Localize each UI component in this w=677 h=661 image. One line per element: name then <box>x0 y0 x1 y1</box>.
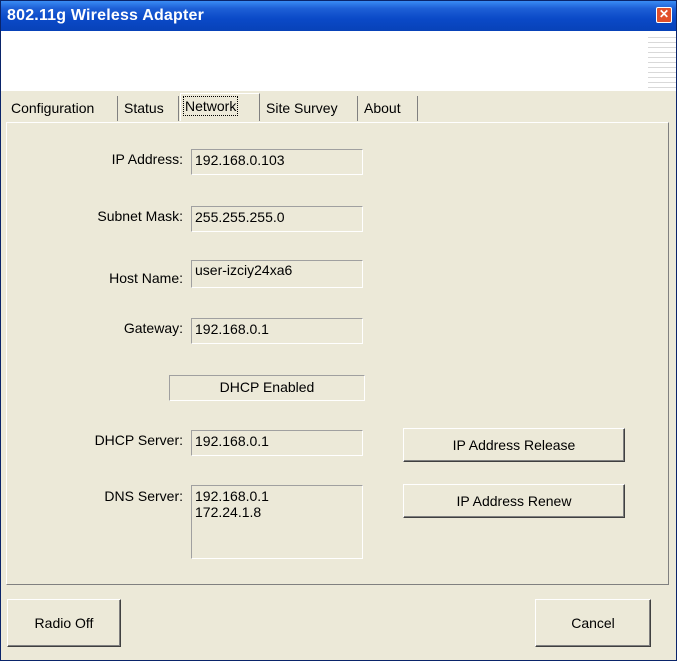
dns-server-primary: 192.168.0.1 <box>195 488 269 504</box>
ip-address-release-button[interactable]: IP Address Release <box>403 428 625 462</box>
gateway-label: Gateway: <box>123 320 183 336</box>
dhcp-server-field: 192.168.0.1 <box>191 430 363 456</box>
dhcp-server-label: DHCP Server: <box>94 432 183 448</box>
gateway-field: 192.168.0.1 <box>191 318 363 344</box>
dhcp-status-box: DHCP Enabled <box>169 375 365 401</box>
tab-site-survey[interactable]: Site Survey <box>262 96 358 121</box>
window-title: 802.11g Wireless Adapter <box>7 7 205 24</box>
network-panel: IP Address: 192.168.0.103 Subnet Mask: 2… <box>6 122 669 585</box>
tab-about-label: About <box>364 100 401 116</box>
cancel-button[interactable]: Cancel <box>535 599 651 647</box>
banner-decoration <box>648 37 676 89</box>
tab-status[interactable]: Status <box>120 96 179 121</box>
dns-server-label: DNS Server: <box>104 488 183 504</box>
host-name-label: Host Name: <box>109 270 183 286</box>
wireless-adapter-window: 802.11g Wireless Adapter ✕ Configuration… <box>0 0 677 661</box>
subnet-mask-label: Subnet Mask: <box>97 208 183 224</box>
tab-about[interactable]: About <box>360 96 418 121</box>
title-bar[interactable]: 802.11g Wireless Adapter ✕ <box>1 1 676 31</box>
radio-off-button[interactable]: Radio Off <box>7 599 121 647</box>
dns-server-secondary: 172.24.1.8 <box>195 504 262 520</box>
host-name-field: user-izciy24xa6 <box>191 260 363 288</box>
tab-configuration-label: Configuration <box>11 100 95 116</box>
dns-server-list: 192.168.0.1 172.24.1.8 <box>191 485 363 559</box>
ip-address-field: 192.168.0.103 <box>191 149 363 175</box>
close-glyph: ✕ <box>658 7 670 21</box>
tab-site-survey-label: Site Survey <box>266 100 338 116</box>
close-icon[interactable]: ✕ <box>656 7 672 23</box>
banner-area <box>1 31 676 91</box>
ip-address-label: IP Address: <box>111 151 183 167</box>
tab-status-label: Status <box>124 100 164 116</box>
subnet-mask-field: 255.255.255.0 <box>191 206 363 232</box>
tab-network[interactable]: Network <box>180 93 260 121</box>
ip-address-renew-button[interactable]: IP Address Renew <box>403 484 625 518</box>
tab-network-label: Network <box>182 96 239 116</box>
tab-configuration[interactable]: Configuration <box>7 96 118 121</box>
